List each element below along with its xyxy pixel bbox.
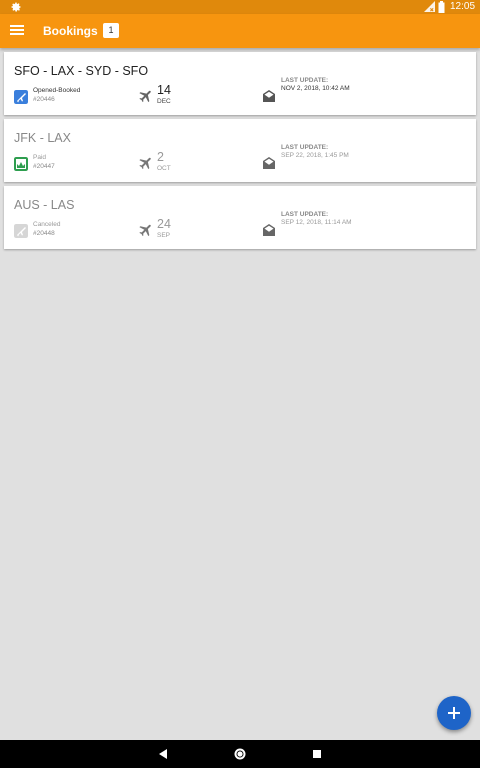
flight-month: SEP [157, 232, 171, 239]
last-update-value: NOV 2, 2018, 10:42 AM [281, 85, 350, 92]
paid-icon [14, 157, 28, 171]
plus-icon [448, 707, 460, 719]
plane-icon [139, 224, 151, 237]
gear-icon [11, 2, 21, 12]
system-nav-bar [0, 740, 480, 768]
mail-open-icon [263, 224, 275, 236]
booking-status: Canceled [33, 221, 61, 228]
app-bar: Bookings 1 [0, 14, 480, 48]
flight-day: 24 [157, 217, 171, 231]
canceled-icon [14, 224, 28, 238]
battery-icon [438, 1, 445, 13]
booking-card[interactable]: SFO - LAX - SYD - SFO Opened-Booked #204… [4, 52, 476, 115]
flight-month: OCT [157, 165, 171, 172]
last-update-label: LAST UPDATE: [281, 77, 329, 84]
mail-open-icon [263, 90, 275, 102]
booking-route: AUS - LAS [14, 198, 75, 212]
home-icon[interactable] [233, 747, 247, 761]
back-icon[interactable] [156, 747, 170, 761]
last-update-value: SEP 22, 2018, 1:45 PM [281, 152, 349, 159]
booking-number: #20447 [33, 163, 55, 170]
booking-status: Paid [33, 154, 47, 161]
flight-day: 2 [157, 150, 164, 164]
last-update-label: LAST UPDATE: [281, 211, 329, 218]
plane-icon [139, 157, 151, 170]
last-update-label: LAST UPDATE: [281, 144, 329, 151]
booking-number: #20448 [33, 230, 55, 237]
booking-status: Opened-Booked [33, 87, 81, 94]
status-bar: 12:05 [0, 0, 480, 14]
flight-day: 14 [157, 83, 171, 97]
booking-route: SFO - LAX - SYD - SFO [14, 64, 149, 78]
plane-ticket-icon [14, 90, 28, 104]
flight-month: DEC [157, 98, 171, 105]
recents-icon[interactable] [310, 747, 324, 761]
plane-icon [139, 90, 151, 103]
last-update-value: SEP 12, 2018, 11:14 AM [281, 219, 352, 226]
clock: 12:05 [450, 1, 476, 12]
page-title: Bookings [43, 24, 98, 38]
booking-card[interactable]: JFK - LAX Paid #20447 2 OCT LAST UPDATE:… [4, 119, 476, 182]
signal-icon [424, 1, 435, 12]
booking-card[interactable]: AUS - LAS Canceled #20448 24 SEP LAST UP… [4, 186, 476, 249]
bookings-list: SFO - LAX - SYD - SFO Opened-Booked #204… [4, 52, 476, 253]
add-booking-button[interactable] [437, 696, 471, 730]
booking-route: JFK - LAX [14, 131, 71, 145]
mail-open-icon [263, 157, 275, 169]
count-badge: 1 [103, 23, 119, 38]
booking-number: #20446 [33, 96, 55, 103]
hamburger-menu-icon[interactable] [9, 22, 25, 38]
